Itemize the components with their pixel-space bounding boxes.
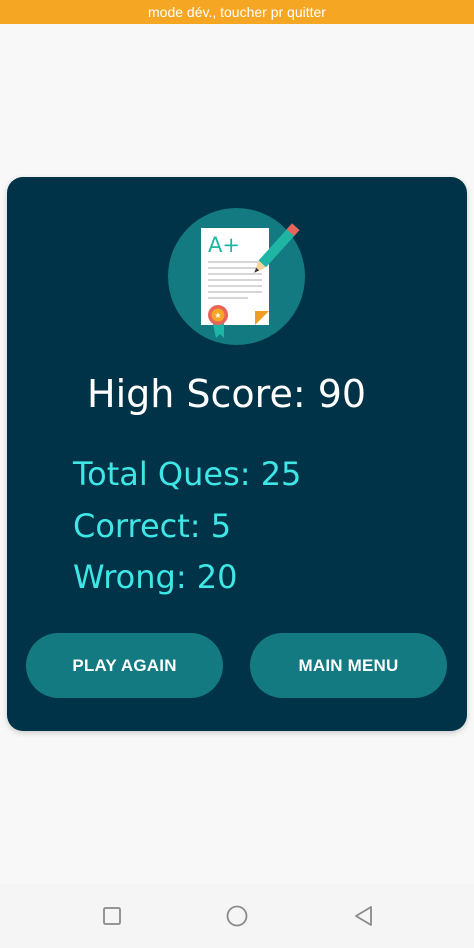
- total-questions-text: Total Ques: 25: [73, 455, 302, 493]
- main-menu-button[interactable]: MAIN MENU: [250, 633, 447, 698]
- graded-paper-icon: A+ ★: [168, 208, 305, 345]
- correct-count-text: Correct: 5: [73, 507, 232, 545]
- system-navigation-bar: [0, 884, 474, 948]
- wrong-count-text: Wrong: 20: [73, 558, 238, 596]
- dev-mode-banner[interactable]: mode dév., toucher pr quitter: [0, 0, 474, 24]
- result-card: A+ ★ High Score: 90 Total Ques: 25 Corre…: [7, 177, 467, 731]
- high-score-text: High Score: 90: [87, 372, 367, 416]
- badge-grade-text: A+: [208, 233, 240, 257]
- play-again-button[interactable]: PLAY AGAIN: [26, 633, 223, 698]
- triangle-back-icon[interactable]: [352, 904, 376, 928]
- circle-icon[interactable]: [225, 904, 249, 928]
- square-icon[interactable]: [100, 904, 124, 928]
- svg-text:★: ★: [214, 311, 221, 320]
